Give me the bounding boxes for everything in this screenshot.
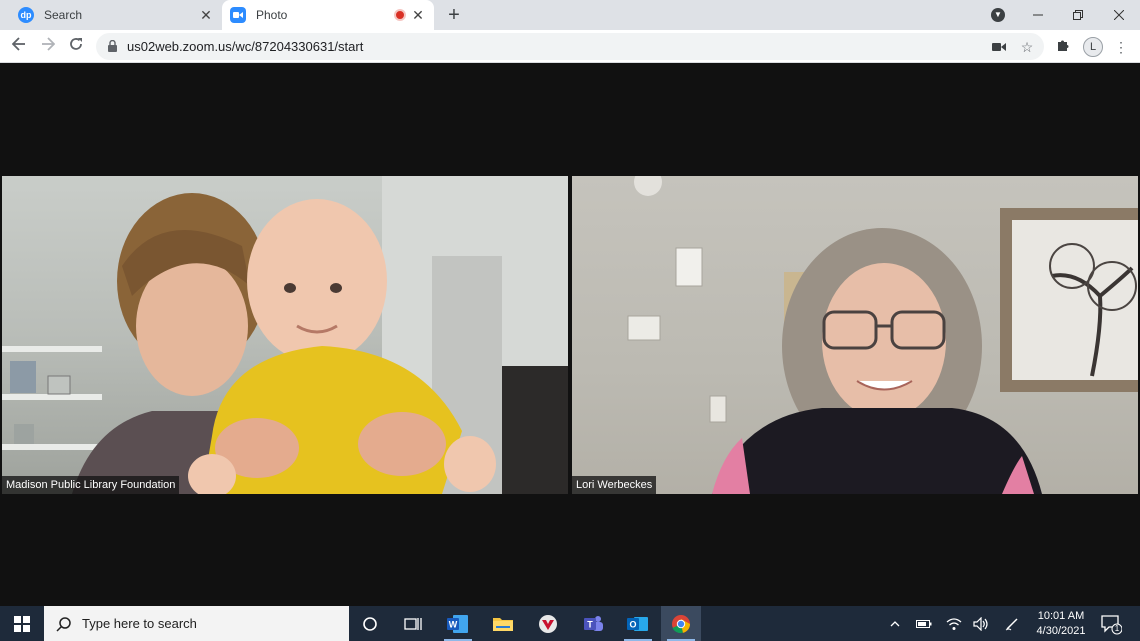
reload-button[interactable] (65, 36, 87, 58)
tab-search-label: Search (44, 8, 83, 22)
close-icon[interactable]: ✕ (198, 7, 214, 23)
tab-photo-label: Photo (256, 8, 288, 22)
speaker-icon (973, 616, 988, 631)
battery-icon (916, 619, 932, 628)
folder-icon (493, 617, 513, 631)
menu-kebab-icon[interactable]: ⋮ (1112, 38, 1130, 56)
action-center-button[interactable]: 1 (1100, 613, 1123, 635)
participant-video-frame (627, 176, 1138, 494)
pen-icon (1005, 617, 1018, 630)
clock-date: 4/30/2021 (1036, 625, 1086, 637)
reload-icon (70, 38, 82, 50)
svg-text:O: O (629, 619, 636, 629)
pen-workspace-button[interactable] (1000, 606, 1024, 641)
close-window-button[interactable] (1099, 0, 1139, 30)
chrome-icon (672, 614, 691, 633)
url-text[interactable]: us02web.zoom.us/wc/87204330631/start (127, 39, 363, 54)
svg-text:W: W (449, 619, 458, 629)
back-button[interactable] (8, 36, 30, 58)
meeting-area: Madison Public Library Foundation Lori W… (0, 63, 1140, 606)
taskbar-outlook-button[interactable]: O (618, 606, 658, 641)
taskbar-security-app-button[interactable] (528, 606, 568, 641)
show-hidden-icons-button[interactable] (884, 606, 906, 641)
restore-icon (1073, 10, 1083, 20)
minimize-button[interactable] (1018, 0, 1058, 30)
camera-icon[interactable] (990, 38, 1008, 56)
participant-name-tag: Lori Werbeckes (572, 476, 657, 494)
chevron-up-icon (890, 620, 900, 626)
taskbar-clock[interactable]: 10:01 AM 4/30/2021 (1030, 609, 1092, 639)
arrow-right-icon (42, 37, 56, 51)
restore-button[interactable] (1058, 0, 1098, 30)
battery-button[interactable] (912, 606, 936, 641)
participant-video-madison[interactable]: Madison Public Library Foundation (2, 176, 568, 494)
volume-button[interactable] (969, 606, 993, 641)
shield-app-icon (539, 614, 557, 633)
participant-name-tag: Madison Public Library Foundation (2, 476, 180, 494)
taskbar-chrome-button[interactable] (661, 606, 701, 641)
profile-avatar[interactable]: L (1083, 37, 1103, 57)
outlook-icon: O (627, 616, 648, 631)
browser-tab-strip: dp Search ✕ Photo ✕ + ▼ (0, 0, 1140, 30)
star-icon[interactable]: ☆ (1018, 38, 1036, 56)
search-placeholder: Type here to search (82, 616, 197, 631)
address-bar[interactable]: us02web.zoom.us/wc/87204330631/start ☆ (96, 33, 1044, 60)
taskbar-teams-button[interactable]: T (573, 606, 613, 641)
tab-search-dropdown-icon[interactable]: ▼ (991, 8, 1005, 22)
taskbar-word-button[interactable]: W (438, 606, 478, 641)
arrow-left-icon (11, 37, 25, 51)
close-icon[interactable]: ✕ (410, 7, 426, 23)
cortana-button[interactable] (350, 606, 390, 641)
task-view-button[interactable] (393, 606, 433, 641)
wifi-icon (946, 617, 962, 630)
tab-photo[interactable]: Photo ✕ (222, 0, 434, 30)
close-icon (1114, 10, 1124, 20)
word-icon: W (447, 614, 468, 633)
extensions-puzzle-icon[interactable] (1054, 38, 1072, 56)
cortana-circle-icon (363, 616, 377, 631)
svg-text:T: T (587, 619, 593, 629)
lock-icon[interactable] (108, 40, 117, 52)
search-icon (56, 616, 71, 632)
windows-taskbar: Type here to search W T O 10:01 AM 4/30/… (0, 606, 1140, 641)
participant-video-frame (2, 176, 568, 494)
minimize-icon (1033, 14, 1043, 16)
dp-favicon-icon: dp (18, 7, 34, 23)
task-view-icon (404, 617, 422, 630)
taskbar-file-explorer-button[interactable] (483, 606, 523, 641)
clock-time: 10:01 AM (1037, 610, 1085, 622)
recording-indicator-icon (394, 9, 406, 21)
start-button[interactable] (0, 606, 44, 641)
notification-count: 1 (1114, 624, 1120, 633)
teams-icon: T (584, 615, 603, 631)
forward-button[interactable] (37, 36, 59, 58)
taskbar-search-box[interactable]: Type here to search (44, 606, 349, 641)
participant-video-lori[interactable]: Lori Werbeckes (572, 176, 1138, 494)
new-tab-button[interactable]: + (443, 4, 465, 26)
zoom-favicon-icon (230, 7, 246, 23)
windows-logo-icon (14, 615, 30, 632)
wifi-button[interactable] (942, 606, 966, 641)
browser-toolbar: us02web.zoom.us/wc/87204330631/start ☆ L… (0, 30, 1140, 63)
tab-search[interactable]: dp Search ✕ (10, 0, 222, 30)
